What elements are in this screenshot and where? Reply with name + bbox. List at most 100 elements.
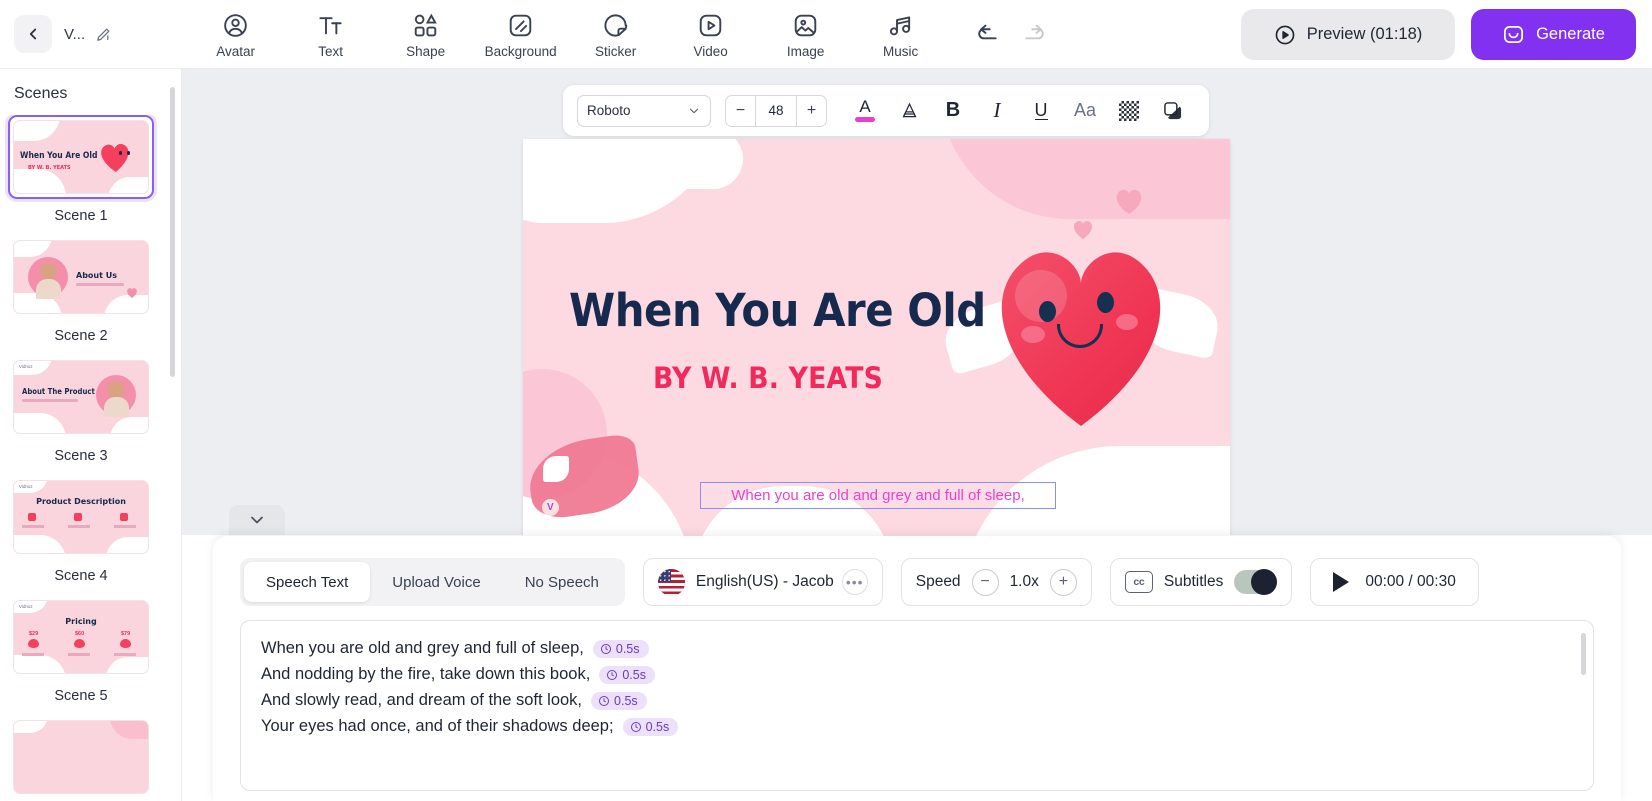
top-right-actions: Preview (01:18) Generate [1241,9,1636,60]
redo-button[interactable] [1022,21,1048,47]
top-toolbar: V... Avatar Text Shape Background Sticke… [0,0,1652,69]
scene-preview-5: Vidnoz Pricing $29 $60 $79 [13,600,149,674]
scene-4-title: Product Description [36,497,126,506]
redo-icon [1025,24,1044,40]
pause-value: 0.5s [615,641,640,656]
collapse-panel-button[interactable] [229,505,285,535]
tool-image-label: Image [786,43,825,59]
back-button[interactable] [14,15,52,53]
speed-control: Speed − 1.0x + [900,558,1092,606]
image-icon [794,14,817,36]
subtitles-toggle[interactable] [1234,569,1278,595]
tool-text[interactable]: Text [283,10,378,59]
generate-button[interactable]: Generate [1471,9,1636,60]
speech-text-scrollbar[interactable] [1581,633,1586,675]
history-controls [974,21,1048,47]
scene-label-1: Scene 1 [54,208,108,224]
scene-thumbnail-3[interactable]: Vidnoz About The Product [8,355,154,439]
shape-icon [414,13,437,36]
scene-label-2: Scene 2 [54,328,108,344]
us-flag-icon [657,568,685,596]
play-icon[interactable] [1333,572,1350,592]
tool-video[interactable]: Video [663,10,758,59]
scene-thumbnail-1[interactable]: When You Are Old BY W. B. YEATS [8,115,154,199]
tab-upload-voice[interactable]: Upload Voice [370,562,502,602]
selected-subtitle-textbox[interactable]: When you are old and grey and full of sl… [700,482,1056,509]
texture-button[interactable] [1107,93,1151,129]
tab-speech-text[interactable]: Speech Text [244,562,371,602]
speech-text-editor[interactable]: When you are old and grey and full of sl… [240,620,1594,791]
scene-thumbnail-5[interactable]: Vidnoz Pricing $29 $60 $79 [8,595,154,679]
chevron-left-icon [29,28,37,40]
speed-increase-button[interactable]: + [1049,568,1077,596]
speech-line-text[interactable]: And nodding by the fire, take down this … [261,665,590,684]
scene-label-5: Scene 5 [54,688,108,704]
text-outline-button[interactable] [887,93,931,129]
scenes-heading: Scenes [14,85,68,102]
tool-image[interactable]: Image [758,10,853,59]
slide-title[interactable]: When You Are Old [569,284,986,337]
text-color-button[interactable]: A [843,93,887,129]
speed-value: 1.0x [1009,573,1039,590]
audio-player: 00:00 / 00:30 [1310,558,1479,606]
selected-subtitle-text: When you are old and grey and full of sl… [731,487,1025,504]
scene-thumbnail-2[interactable]: About Us [8,235,154,319]
font-size-stepper: − 48 + [725,94,827,127]
speech-controls-row: Speech Text Upload Voice No Speech Engli… [213,536,1621,606]
texture-icon [1119,100,1139,121]
speech-line-text[interactable]: And slowly read, and dream of the soft l… [261,691,582,710]
scene-thumbnail-6[interactable] [8,715,154,799]
slide-subtitle[interactable]: BY W. B. YEATS [653,361,883,395]
font-size-input[interactable]: 48 [755,95,797,126]
clock-icon [607,669,618,680]
tool-shape[interactable]: Shape [378,10,473,59]
text-case-glyph: Aa [1073,100,1097,120]
preview-button[interactable]: Preview (01:18) [1241,9,1455,60]
clock-icon [600,643,611,654]
tool-background[interactable]: Background [473,10,568,59]
avatar-icon [224,13,247,37]
pause-chip[interactable]: 0.5s [622,717,679,736]
voice-more-button[interactable]: ••• [841,569,868,595]
closed-caption-icon: cc [1124,571,1153,593]
scenes-sidebar: Scenes When You Are Old BY W. B. YEATS S… [0,69,182,801]
subtitles-control: cc Subtitles [1109,558,1293,606]
text-case-button[interactable]: Aa [1063,93,1107,129]
undo-button[interactable] [974,21,1000,47]
voice-selector[interactable]: English(US) - Jacob ••• [642,558,883,606]
speech-mode-tabs: Speech Text Upload Voice No Speech [240,558,625,606]
sparkle-box-icon [1504,25,1524,44]
play-circle-icon [1275,25,1295,44]
background-icon [509,14,532,36]
underline-glyph: U [1034,99,1048,120]
shadow-button[interactable] [1151,93,1195,129]
scene-item-1: When You Are Old BY W. B. YEATS Scene 1 [8,115,154,235]
pause-chip[interactable]: 0.5s [591,691,647,710]
pause-chip[interactable]: 0.5s [599,665,655,684]
font-family-select[interactable]: Roboto [577,94,711,127]
edit-title-button[interactable] [95,26,112,43]
scene-1-title: When You Are Old [20,151,98,161]
clock-icon [599,695,610,706]
tab-no-speech[interactable]: No Speech [503,562,621,602]
scene-item-4: Vidnoz Product Description Scene 4 [8,475,154,595]
chevron-down-icon [689,108,699,113]
pause-value: 0.5s [622,667,646,682]
tool-sticker[interactable]: Sticker [568,10,663,59]
italic-button[interactable]: I [975,93,1019,129]
pause-chip[interactable]: 0.5s [592,639,649,658]
scene-5-title: Pricing [65,617,97,626]
speech-line-text[interactable]: When you are old and grey and full of sl… [261,639,584,658]
font-size-increase[interactable]: + [797,96,826,126]
tool-music[interactable]: Music [853,10,948,59]
slide-canvas[interactable]: When You Are Old BY W. B. YEATS When you… [523,139,1230,536]
cloud-shape-b [623,139,743,189]
speed-decrease-button[interactable]: − [971,568,999,596]
scene-2-title: About Us [76,271,117,280]
speech-line-text[interactable]: Your eyes had once, and of their shadows… [261,717,614,736]
bold-button[interactable]: B [931,93,975,129]
scene-thumbnail-4[interactable]: Vidnoz Product Description [8,475,154,559]
underline-button[interactable]: U [1019,93,1063,129]
font-size-decrease[interactable]: − [726,96,755,126]
tool-avatar[interactable]: Avatar [188,10,283,59]
